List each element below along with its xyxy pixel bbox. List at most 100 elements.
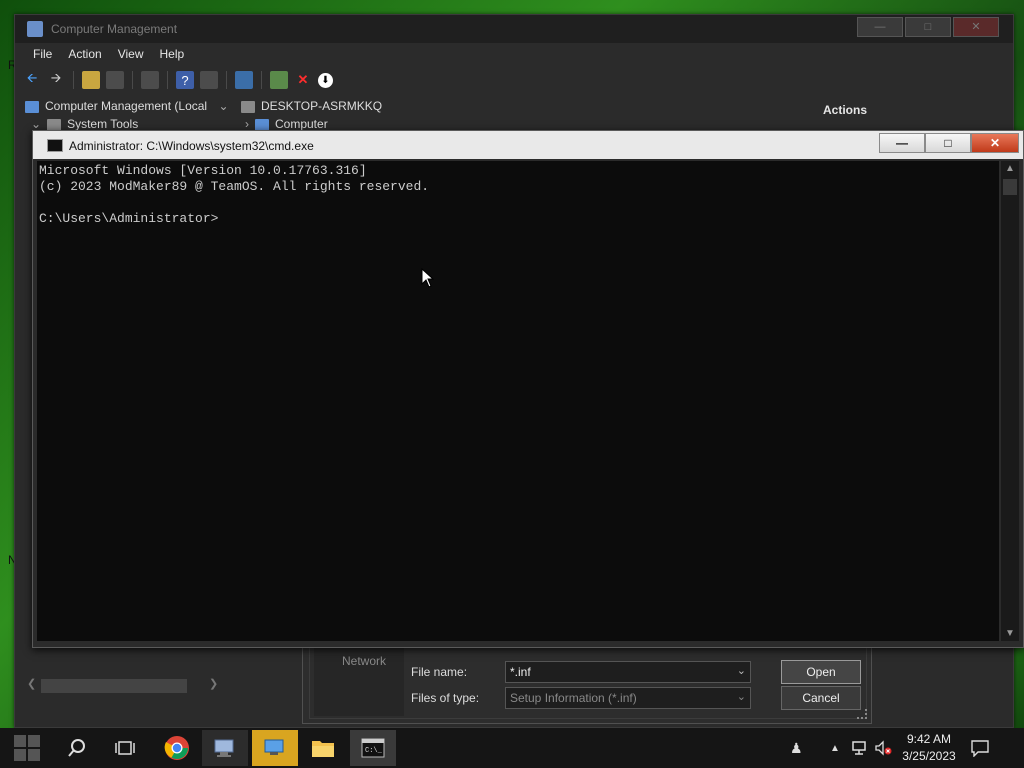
taskbar-cmd[interactable]: C:\_ — [350, 730, 396, 766]
cancel-button[interactable]: Cancel — [781, 686, 861, 710]
folder-up-icon[interactable] — [82, 71, 100, 89]
console-line: Microsoft Windows [Version 10.0.17763.31… — [39, 163, 367, 178]
clock-date: 3/25/2023 — [902, 749, 956, 763]
forward-arrow-icon[interactable]: 🡪 — [47, 70, 65, 89]
device-manager-icon — [264, 739, 284, 755]
cmd-icon — [47, 139, 63, 152]
file-name-label: File name: — [411, 665, 468, 679]
computer-management-icon — [25, 100, 39, 113]
file-name-value: *.inf — [510, 665, 531, 679]
network-icon — [852, 741, 866, 755]
menu-view[interactable]: View — [110, 43, 152, 65]
action-center-button[interactable] — [970, 728, 990, 768]
horizontal-scrollbar[interactable]: ❮ ❯ — [27, 677, 227, 695]
toolbar-separator — [167, 71, 168, 89]
search-button[interactable] — [54, 730, 100, 766]
cmd-icon: C:\_ — [361, 738, 385, 758]
console-tree-icon[interactable] — [106, 71, 124, 89]
cmd-minimize-button[interactable]: — — [879, 133, 925, 153]
file-type-combobox[interactable]: Setup Information (*.inf) ⌄ — [505, 687, 751, 709]
taskbar-device-manager[interactable] — [252, 730, 298, 766]
people-icon: ♟ — [790, 739, 803, 756]
chevron-left-icon[interactable]: ❮ — [27, 677, 36, 690]
scan-hardware-icon[interactable] — [235, 71, 253, 89]
people-button[interactable]: ♟ — [790, 728, 803, 768]
menu-help[interactable]: Help — [152, 43, 193, 65]
console-output: Microsoft Windows [Version 10.0.17763.31… — [39, 163, 429, 227]
cm-close-button[interactable]: ✕ — [953, 17, 999, 37]
download-arrow-icon[interactable]: ⬇ — [318, 72, 333, 88]
scrollbar-thumb[interactable] — [1003, 179, 1017, 195]
cmd-window[interactable]: Administrator: C:\Windows\system32\cmd.e… — [32, 130, 1024, 648]
action-pane-icon[interactable] — [200, 71, 218, 89]
volume-tray-button[interactable] — [874, 728, 892, 768]
tree-child-label: System Tools — [67, 117, 139, 131]
start-button[interactable] — [4, 730, 50, 766]
file-name-combobox[interactable]: *.inf ⌄ — [505, 661, 751, 683]
taskbar-computer-management[interactable] — [202, 730, 248, 766]
network-nav-item[interactable]: Network — [342, 654, 386, 668]
clock-time: 9:42 AM — [906, 732, 952, 746]
chevron-down-icon[interactable]: ▼ — [1005, 628, 1015, 639]
chrome-icon — [164, 736, 189, 760]
tree-system-tools-item[interactable]: ⌄ System Tools — [31, 117, 138, 131]
uninstall-x-icon[interactable]: ✕ — [294, 71, 312, 89]
cm-toolbar: 🡨 🡪 ? ✕ ⬇ — [23, 69, 333, 91]
cmd-maximize-button[interactable]: □ — [925, 133, 971, 153]
chevron-right-icon[interactable]: › — [245, 117, 249, 131]
taskbar-file-explorer[interactable] — [300, 730, 346, 766]
device-computer-item[interactable]: › Computer — [245, 117, 328, 131]
cm-window-title: Computer Management — [51, 22, 178, 36]
notification-icon — [971, 740, 989, 757]
network-tray-button[interactable] — [851, 728, 869, 768]
search-icon — [68, 739, 85, 757]
taskbar: C:\_ ♟ ▲ 9:42 AM 3/25/2023 — [0, 728, 1024, 768]
actions-header: Actions — [823, 103, 868, 117]
cm-title-bar[interactable]: Computer Management — □ ✕ — [15, 15, 1013, 43]
taskbar-clock[interactable]: 9:42 AM 3/25/2023 — [894, 731, 964, 765]
volume-muted-icon — [875, 740, 892, 756]
chevron-up-icon: ▲ — [830, 742, 840, 754]
cmd-close-button[interactable]: ✕ — [971, 133, 1019, 153]
help-icon[interactable]: ? — [176, 71, 194, 89]
navigation-pane: Network — [314, 646, 404, 716]
file-open-dialog[interactable]: Network File name: *.inf ⌄ Files of type… — [302, 640, 872, 724]
cm-minimize-button[interactable]: — — [857, 17, 903, 37]
chevron-right-icon[interactable]: ❯ — [209, 677, 218, 690]
menu-file[interactable]: File — [25, 43, 60, 65]
cmd-window-title: Administrator: C:\Windows\system32\cmd.e… — [69, 139, 314, 153]
toolbar-separator — [261, 71, 262, 89]
windows-logo-icon — [14, 735, 40, 761]
computer-management-icon — [27, 21, 43, 37]
show-hidden-icons-button[interactable]: ▲ — [830, 728, 840, 768]
folder-icon — [312, 741, 334, 757]
console-area[interactable]: Microsoft Windows [Version 10.0.17763.31… — [37, 161, 999, 641]
chevron-down-icon[interactable]: ⌄ — [737, 664, 746, 677]
tree-root-item[interactable]: Computer Management (Local ⌄ — [25, 99, 229, 113]
toolbar-separator — [226, 71, 227, 89]
cm-maximize-button[interactable]: □ — [905, 17, 951, 37]
open-button[interactable]: Open — [781, 660, 861, 684]
task-view-button[interactable] — [102, 730, 148, 766]
properties-icon[interactable] — [141, 71, 159, 89]
chevron-down-icon[interactable]: ⌄ — [737, 690, 746, 703]
svg-text:C:\_: C:\_ — [365, 747, 383, 755]
tree-root-label: Computer Management (Local — [45, 99, 208, 113]
chevron-up-icon[interactable]: ▲ — [1005, 163, 1015, 174]
menu-action[interactable]: Action — [60, 43, 109, 65]
device-root-item[interactable]: DESKTOP-ASRMKKQ — [241, 99, 382, 113]
chevron-down-icon[interactable]: ⌄ — [31, 117, 41, 131]
resize-grip-icon[interactable] — [857, 709, 867, 719]
computer-management-icon — [214, 739, 234, 757]
mouse-cursor-icon — [421, 268, 435, 288]
file-type-label: Files of type: — [411, 691, 480, 705]
chevron-down-icon[interactable]: ⌄ — [218, 99, 228, 113]
scrollbar-thumb[interactable] — [41, 679, 187, 693]
update-driver-icon[interactable] — [270, 71, 288, 89]
taskbar-chrome[interactable] — [154, 730, 200, 766]
file-type-value: Setup Information (*.inf) — [510, 691, 637, 705]
vertical-scrollbar[interactable]: ▲ ▼ — [1001, 161, 1019, 641]
machine-name: DESKTOP-ASRMKKQ — [261, 99, 383, 113]
back-arrow-icon[interactable]: 🡨 — [23, 70, 41, 89]
cmd-title-bar[interactable]: Administrator: C:\Windows\system32\cmd.e… — [33, 131, 1023, 159]
